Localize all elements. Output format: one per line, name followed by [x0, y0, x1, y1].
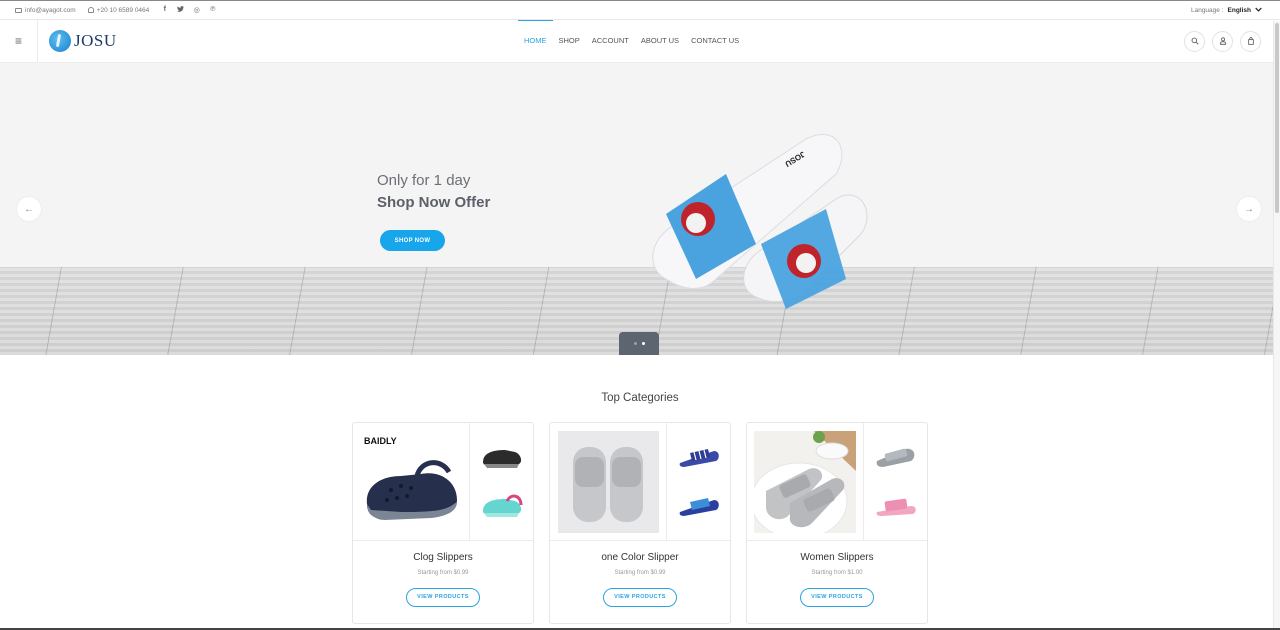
slide-thumb-navy[interactable]	[678, 445, 720, 469]
arrow-right-icon: →	[1244, 203, 1254, 215]
clog-image	[366, 459, 457, 520]
category-main-image[interactable]	[550, 423, 667, 540]
view-products-button[interactable]: VIEW PRODUCTS	[800, 588, 874, 607]
hero-text: Only for 1 day Shop Now Offer	[377, 172, 490, 211]
facebook-icon[interactable]: f	[161, 6, 168, 14]
email-text: info@ayagot.com	[25, 6, 76, 14]
mail-icon	[15, 7, 22, 13]
women-slipper-image	[754, 430, 856, 533]
slider-next-button[interactable]: →	[1237, 197, 1261, 221]
search-button[interactable]	[1184, 31, 1205, 52]
logo-mark-icon	[49, 30, 71, 52]
top-bar: info@ayagot.com +20 10 6589 0464 f ◎ ℗ L…	[0, 1, 1280, 20]
slider-prev-button[interactable]: ←	[17, 197, 41, 221]
language-value[interactable]: English	[1228, 7, 1251, 14]
shop-now-button[interactable]: SHOP NOW	[380, 230, 445, 251]
slider-dot-1[interactable]	[633, 342, 637, 345]
search-icon	[1191, 37, 1199, 47]
phone-text: +20 10 6589 0464	[96, 6, 150, 14]
category-card: one Color Slipper Starting from $0.99 VI…	[549, 422, 731, 624]
view-products-button[interactable]: VIEW PRODUCTS	[406, 588, 480, 607]
brand-name: JOSU	[74, 31, 117, 50]
hamburger-icon: ≡	[14, 34, 22, 48]
bell-icon	[87, 7, 94, 13]
brand-print: BAIDLY	[364, 436, 397, 446]
grey-slipper-image	[573, 446, 643, 522]
pinterest-icon[interactable]: ℗	[209, 6, 216, 14]
top-categories-heading: Top Categories	[601, 392, 679, 404]
slipper-thumb-grey[interactable]	[875, 445, 917, 469]
category-name[interactable]: one Color Slipper	[550, 552, 730, 563]
header-actions	[1184, 31, 1261, 52]
hero-subtitle: Only for 1 day	[377, 172, 471, 189]
category-name[interactable]: Clog Slippers	[353, 552, 533, 563]
category-price: Starting from $0.99	[417, 570, 469, 576]
category-main-image[interactable]	[747, 423, 864, 540]
category-main-image[interactable]: BAIDLY	[353, 423, 470, 540]
instagram-icon[interactable]: ◎	[193, 6, 200, 14]
user-icon	[1219, 36, 1227, 47]
main-header: ≡ JOSU HOME SHOP ACCOUNT ABOUT US CONTAC…	[0, 20, 1280, 63]
scrollbar-thumb[interactable]	[1275, 23, 1279, 213]
category-card: Women Slippers Starting from $1.00 VIEW …	[746, 422, 928, 624]
slipper-thumb-pink[interactable]	[875, 494, 917, 518]
category-price: Starting from $1.00	[811, 570, 863, 576]
shopping-bag-icon	[1247, 36, 1255, 47]
logo[interactable]: JOSU	[49, 30, 117, 52]
nav-account[interactable]: ACCOUNT	[586, 20, 635, 62]
category-price: Starting from $0.99	[614, 570, 666, 576]
nav-home[interactable]: HOME	[518, 20, 553, 62]
nav-about-us[interactable]: ABOUT US	[635, 20, 685, 62]
category-cards: BAIDLY Clog Slippers Starting from $0.99…	[352, 422, 928, 624]
hero-title: Shop Now Offer	[377, 194, 491, 211]
hero-product-image: JOSU	[652, 133, 868, 309]
clog-thumb-mint[interactable]	[481, 493, 523, 519]
slider-pagination	[619, 332, 659, 355]
category-card: BAIDLY Clog Slippers Starting from $0.99…	[352, 422, 534, 624]
twitter-icon[interactable]	[177, 6, 185, 14]
nav-shop[interactable]: SHOP	[553, 20, 586, 62]
category-name[interactable]: Women Slippers	[747, 552, 927, 563]
menu-toggle-button[interactable]: ≡	[0, 20, 38, 62]
arrow-left-icon: ←	[24, 203, 34, 215]
cart-button[interactable]	[1240, 31, 1261, 52]
hero-slider: JOSU Only for 1 day Shop Now Offer SHOP …	[0, 63, 1280, 355]
social-links: f ◎ ℗	[161, 6, 216, 14]
chevron-down-icon	[1255, 7, 1262, 14]
view-products-button[interactable]: VIEW PRODUCTS	[603, 588, 677, 607]
slider-dot-2[interactable]	[641, 342, 645, 345]
clog-thumb-black[interactable]	[481, 444, 523, 470]
main-nav: HOME SHOP ACCOUNT ABOUT US CONTACT US	[518, 20, 745, 62]
email-link[interactable]: info@ayagot.com	[15, 7, 76, 14]
language-label: Language :	[1190, 6, 1224, 14]
account-button[interactable]	[1212, 31, 1233, 52]
page-scrollbar[interactable]	[1273, 21, 1280, 628]
nav-contact-us[interactable]: CONTACT US	[685, 20, 745, 62]
page: info@ayagot.com +20 10 6589 0464 f ◎ ℗ L…	[0, 0, 1280, 630]
slide-thumb-blue[interactable]	[678, 494, 720, 518]
phone-link[interactable]: +20 10 6589 0464	[87, 6, 150, 14]
language-selector[interactable]: Language : English	[1191, 7, 1262, 14]
